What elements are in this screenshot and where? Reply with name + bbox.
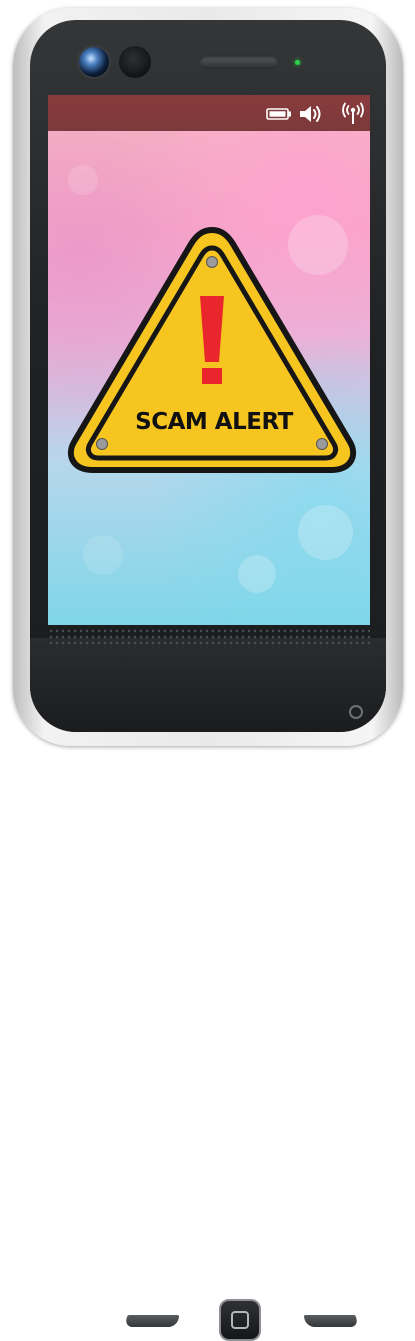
scam-alert-label: SCAM ALERT xyxy=(135,409,293,435)
battery-icon xyxy=(266,108,291,120)
bottom-bezel xyxy=(30,638,386,1341)
volume-icon xyxy=(300,106,321,122)
bokeh-light xyxy=(68,165,98,195)
microphone-hole xyxy=(349,705,363,719)
warning-sign xyxy=(67,226,357,473)
end-call-button[interactable] xyxy=(303,1315,359,1327)
bokeh-light xyxy=(238,555,276,593)
proximity-sensor xyxy=(119,46,151,78)
screw-icon xyxy=(206,256,218,268)
status-bar xyxy=(48,95,370,131)
call-button[interactable] xyxy=(124,1315,180,1327)
bokeh-light xyxy=(298,505,353,560)
home-button[interactable] xyxy=(219,1299,261,1341)
earpiece-speaker xyxy=(199,55,279,69)
screw-icon xyxy=(96,438,108,450)
notification-led xyxy=(295,60,300,65)
front-camera-icon xyxy=(79,47,109,77)
home-square-icon xyxy=(231,1311,249,1329)
speaker-grille xyxy=(48,628,370,648)
signal-icon xyxy=(342,102,364,124)
screw-icon xyxy=(316,438,328,450)
bokeh-light xyxy=(83,535,123,575)
